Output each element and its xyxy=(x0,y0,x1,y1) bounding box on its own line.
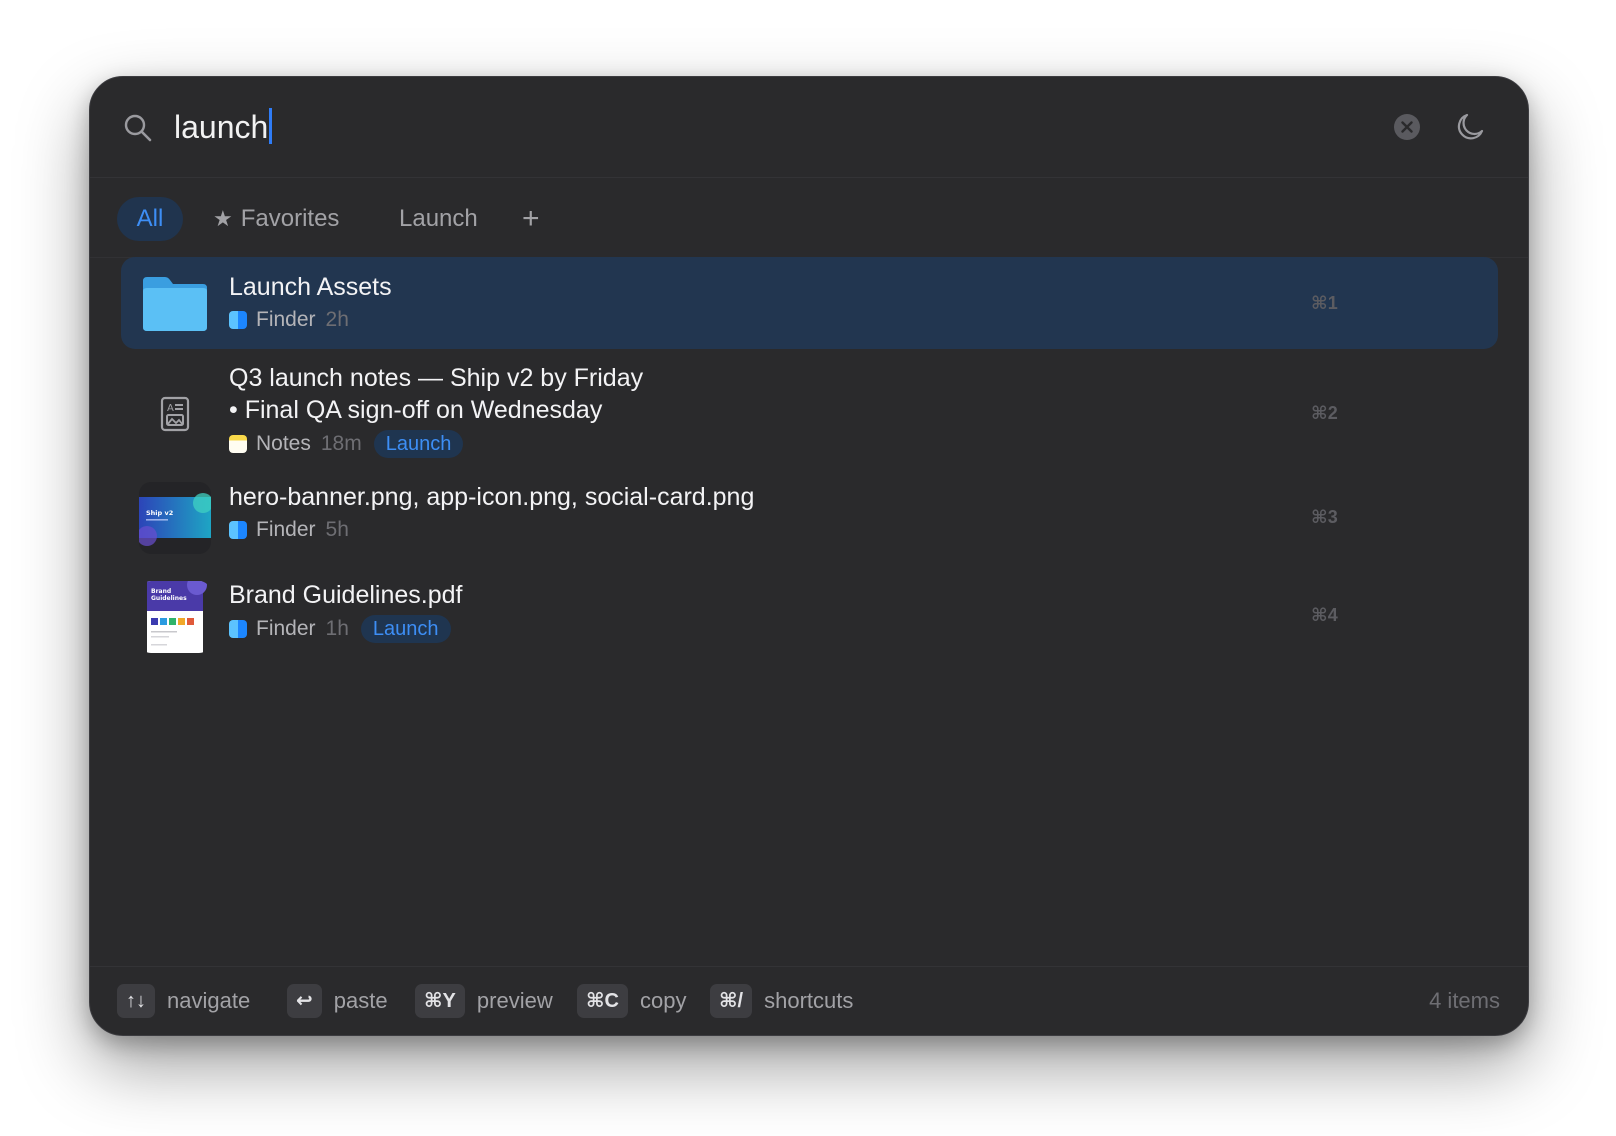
result-tag[interactable]: Launch xyxy=(360,615,451,643)
result-title-line2: • Final QA sign-off on Wednesday xyxy=(229,396,603,424)
add-tab-button[interactable]: + xyxy=(522,197,540,241)
result-meta: Finder 1h Launch xyxy=(229,614,451,644)
clear-search-icon[interactable] xyxy=(1393,113,1421,141)
result-tag[interactable]: Launch xyxy=(373,430,464,458)
finder-icon xyxy=(229,521,247,539)
result-app: Finder xyxy=(256,617,316,640)
tab-favorites-label: Favorites xyxy=(240,205,340,232)
result-shortcut: ⌘1 xyxy=(1311,293,1338,313)
search-bar: launch xyxy=(90,77,1528,178)
result-row[interactable]: Brand Guidelines Brand Guidelines.pdf Fi… xyxy=(121,575,1498,659)
hint-label: paste xyxy=(333,988,388,1013)
tab-favorites[interactable]: ★ Favorites xyxy=(213,197,339,241)
hint-preview: ⌘Y preview xyxy=(415,983,553,1019)
result-shortcut: ⌘3 xyxy=(1311,507,1338,527)
kbd-copy: ⌘C xyxy=(577,984,628,1018)
kbd-preview: ⌘Y xyxy=(415,984,465,1018)
kbd-paste: ↩ xyxy=(287,984,322,1018)
tab-all-label: All xyxy=(136,205,164,232)
footer-bar: ↑↓ navigate ↩ paste ⌘Y preview ⌘C copy ⌘/ sho… xyxy=(90,966,1528,1035)
result-time: 2h xyxy=(325,308,349,331)
hint-navigate: ↑↓ navigate xyxy=(117,983,250,1019)
pdf-thumbnail: Brand Guidelines xyxy=(139,581,211,653)
launcher-window: launch All ★ Favorites Launch + Launch As… xyxy=(89,76,1529,1036)
result-title: Brand Guidelines.pdf xyxy=(229,581,463,609)
hint-label: navigate xyxy=(167,988,251,1013)
filter-tabs: All ★ Favorites Launch + xyxy=(90,177,1528,258)
kbd-shortcuts: ⌘/ xyxy=(710,984,753,1018)
tab-launch-label: Launch xyxy=(399,205,478,232)
hint-copy: ⌘C copy xyxy=(577,983,686,1019)
result-app: Finder xyxy=(256,518,316,541)
image-thumbnail: Ship v2 xyxy=(139,482,211,554)
thumbnail-text-line1: Brand xyxy=(151,588,171,595)
result-app: Finder xyxy=(256,308,316,331)
result-shortcut: ⌘2 xyxy=(1311,403,1338,423)
result-title: Launch Assets xyxy=(229,273,392,301)
thumbnail-text: Ship v2 xyxy=(146,509,173,517)
result-title-line1: Q3 launch notes — Ship v2 by Friday xyxy=(229,364,644,392)
star-icon: ★ xyxy=(213,206,233,231)
svg-text:A: A xyxy=(167,403,174,414)
result-row[interactable]: A Q3 launch notes — Ship v2 by Friday • … xyxy=(121,359,1498,469)
hint-label: preview xyxy=(476,988,553,1013)
note-document-icon: A xyxy=(139,378,211,450)
result-shortcut: ⌘4 xyxy=(1311,605,1338,625)
result-time: 18m xyxy=(320,432,362,455)
plus-icon: + xyxy=(522,202,540,235)
hint-paste: ↩ paste xyxy=(287,983,388,1019)
hint-label: copy xyxy=(640,988,687,1013)
hint-label: shortcuts xyxy=(764,988,854,1013)
folder-icon xyxy=(139,267,211,339)
text-caret xyxy=(269,108,273,144)
finder-icon xyxy=(229,311,247,329)
notes-icon xyxy=(229,435,247,453)
result-app: Notes xyxy=(256,432,311,455)
search-query-text: launch xyxy=(174,109,269,145)
kbd-navigate: ↑↓ xyxy=(117,984,155,1018)
result-title: hero-banner.png, app-icon.png, social-ca… xyxy=(229,483,755,511)
tab-all[interactable]: All xyxy=(117,197,183,241)
result-meta: Finder 5h xyxy=(229,515,349,545)
item-count: 4 items xyxy=(1429,988,1500,1013)
result-time: 1h xyxy=(325,617,349,640)
finder-icon xyxy=(229,620,247,638)
result-meta: Finder 2h xyxy=(229,305,349,335)
result-row[interactable]: Launch Assets Finder 2h ⌘1 xyxy=(121,257,1498,349)
result-meta: Notes 18m Launch xyxy=(229,429,464,459)
search-input[interactable]: launch xyxy=(174,107,273,147)
result-row[interactable]: Ship v2 hero-banner.png, app-icon.png, s… xyxy=(121,477,1498,559)
thumbnail-text-line2: Guidelines xyxy=(151,595,187,602)
hint-shortcuts: ⌘/ shortcuts xyxy=(710,983,853,1019)
search-icon xyxy=(124,114,152,142)
result-time: 5h xyxy=(325,518,349,541)
moon-icon[interactable] xyxy=(1454,111,1486,143)
tab-launch[interactable]: Launch xyxy=(399,197,478,241)
